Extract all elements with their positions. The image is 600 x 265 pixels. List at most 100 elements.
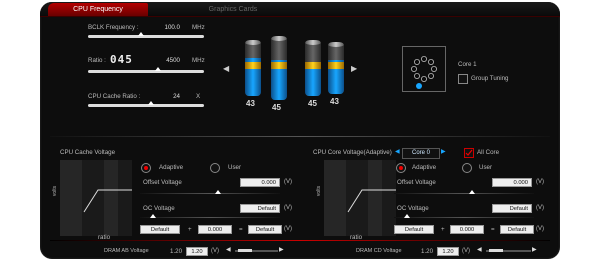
- cache-offset-label: Offset Voltage: [143, 179, 182, 186]
- bclk-unit: MHz: [192, 24, 205, 31]
- cache-formula-base: Default: [140, 225, 180, 234]
- group-tuning-checkbox[interactable]: [458, 74, 468, 84]
- cylinder-band: [271, 62, 287, 69]
- cache-oc-slider-thumb[interactable]: [150, 214, 156, 218]
- graph-y-label: volts: [52, 185, 59, 197]
- dram-ab-slider[interactable]: ◀ ▶: [226, 247, 286, 254]
- core-cylinder-3[interactable]: [305, 40, 321, 96]
- cylinder-band: [328, 62, 344, 69]
- ratio-slider-thumb[interactable]: [155, 67, 161, 71]
- cylinder-cap: [328, 42, 344, 47]
- core-offset-slider[interactable]: [394, 193, 534, 194]
- core-adaptive-radio[interactable]: [396, 163, 406, 173]
- core-formula-result: Default: [500, 225, 534, 234]
- core-formula-plus: +: [441, 226, 445, 233]
- group-tuning-label: Group Tuning: [471, 75, 509, 82]
- cache-oc-unit: (V): [284, 205, 292, 211]
- all-core-label: All Core: [477, 149, 500, 156]
- tab-graphics-cards[interactable]: Graphics Cards: [158, 3, 308, 16]
- dram-cd-value: 1.20: [421, 248, 434, 255]
- cylinder-number-2: 45: [272, 103, 281, 112]
- cache-voltage-graph: volts: [52, 160, 132, 236]
- cache-offset-input[interactable]: 0.000: [240, 178, 280, 187]
- core-user-label: User: [479, 164, 493, 171]
- tab-bar: CPU Frequency Graphics Cards: [40, 2, 560, 17]
- cache-offset-unit: (V): [284, 179, 292, 185]
- dram-cd-input[interactable]: 1.20: [437, 247, 459, 256]
- core-offset-input[interactable]: 0.000: [492, 178, 532, 187]
- dram-ab-unit: (V): [211, 248, 219, 254]
- tab-cpu-frequency[interactable]: CPU Frequency: [48, 3, 148, 16]
- core-formula-base: Default: [394, 225, 434, 234]
- core-voltage-graph: volts: [316, 160, 396, 236]
- core-offset-slider-thumb[interactable]: [469, 190, 475, 194]
- dram-ab-left-icon[interactable]: ◀: [226, 246, 231, 253]
- dram-cd-right-icon[interactable]: ▶: [532, 246, 537, 253]
- cache-formula-plus: +: [188, 226, 192, 233]
- core-offset-label: Offset Voltage: [397, 179, 436, 186]
- core-oc-unit: (V): [536, 205, 544, 211]
- cache-adaptive-label: Adaptive: [159, 164, 184, 171]
- cache-ratio-slider[interactable]: [88, 104, 204, 107]
- core-oc-label: OC Voltage: [397, 205, 429, 212]
- core-oc-slider[interactable]: [394, 217, 534, 218]
- core-select-prev-icon[interactable]: ◀: [395, 148, 400, 155]
- cache-adaptive-radio[interactable]: [141, 163, 151, 173]
- cylinder-next-arrow-icon[interactable]: ▶: [351, 64, 357, 73]
- app-window: CPU Frequency Graphics Cards BCLK Freque…: [40, 2, 560, 259]
- cache-user-label: User: [228, 164, 242, 171]
- cache-user-radio[interactable]: [210, 163, 220, 173]
- dram-cd-slider[interactable]: ◀ ▶: [477, 247, 539, 254]
- cylinder-prev-arrow-icon[interactable]: ◀: [223, 64, 229, 73]
- all-core-checkbox[interactable]: [464, 148, 474, 158]
- core-ring-diagram[interactable]: [403, 47, 445, 91]
- dram-divider: [50, 240, 550, 241]
- cylinder-number-3: 45: [308, 99, 317, 108]
- cache-ratio-slider-thumb[interactable]: [148, 101, 154, 105]
- ratio-label: Ratio :: [88, 57, 106, 64]
- cache-oc-input[interactable]: Default: [240, 204, 280, 213]
- check-icon: [465, 149, 473, 156]
- cache-formula-equals: =: [239, 226, 243, 233]
- core-offset-unit: (V): [536, 179, 544, 185]
- core-voltage-title: CPU Core Voltage(Adaptive): [313, 149, 392, 156]
- cache-voltage-title: CPU Cache Voltage: [60, 149, 116, 156]
- cache-ratio-label: CPU Cache Ratio :: [88, 93, 141, 100]
- dram-ab-input[interactable]: 1.20: [186, 247, 208, 256]
- core-select[interactable]: Core 0: [402, 148, 440, 159]
- ratio-slider[interactable]: [88, 70, 204, 73]
- dram-ab-thumb[interactable]: [238, 249, 252, 252]
- core-adaptive-label: Adaptive: [412, 164, 437, 171]
- graph-y-label: volts: [316, 185, 323, 197]
- core-label: Core 1: [458, 61, 477, 68]
- core-oc-input[interactable]: Default: [492, 204, 532, 213]
- dram-ab-right-icon[interactable]: ▶: [279, 246, 284, 253]
- cache-oc-label: OC Voltage: [143, 205, 175, 212]
- bclk-slider-thumb[interactable]: [138, 32, 144, 36]
- bclk-slider[interactable]: [88, 35, 204, 38]
- dram-cd-thumb[interactable]: [489, 249, 503, 252]
- ratio-unit: MHz: [192, 57, 205, 64]
- core-cylinder-4[interactable]: [328, 42, 344, 94]
- cache-formula-offset: 0.000: [198, 225, 232, 234]
- cache-ratio-unit: X: [196, 93, 201, 100]
- cache-ratio-value: 24: [173, 93, 180, 100]
- ratio-digits: 045: [110, 53, 133, 66]
- core-cylinder-1[interactable]: [245, 40, 261, 96]
- cylinder-number-4: 43: [330, 97, 339, 106]
- dram-cd-unit: (V): [462, 248, 470, 254]
- section-divider: [50, 136, 550, 137]
- cache-offset-slider[interactable]: [140, 193, 280, 194]
- dram-cd-left-icon[interactable]: ◀: [477, 246, 482, 253]
- cache-offset-slider-thumb[interactable]: [215, 190, 221, 194]
- core-select-next-icon[interactable]: ▶: [441, 148, 446, 155]
- core-user-radio[interactable]: [462, 163, 472, 173]
- ratio-value: 4500: [166, 57, 180, 64]
- core-oc-slider-thumb[interactable]: [404, 214, 410, 218]
- cylinder-number-1: 43: [246, 99, 255, 108]
- cache-oc-slider[interactable]: [140, 217, 280, 218]
- core-formula-offset: 0.000: [450, 225, 484, 234]
- bclk-label: BCLK Frequency :: [88, 24, 139, 31]
- core-map: [402, 46, 446, 92]
- core-cylinder-2[interactable]: [271, 36, 287, 100]
